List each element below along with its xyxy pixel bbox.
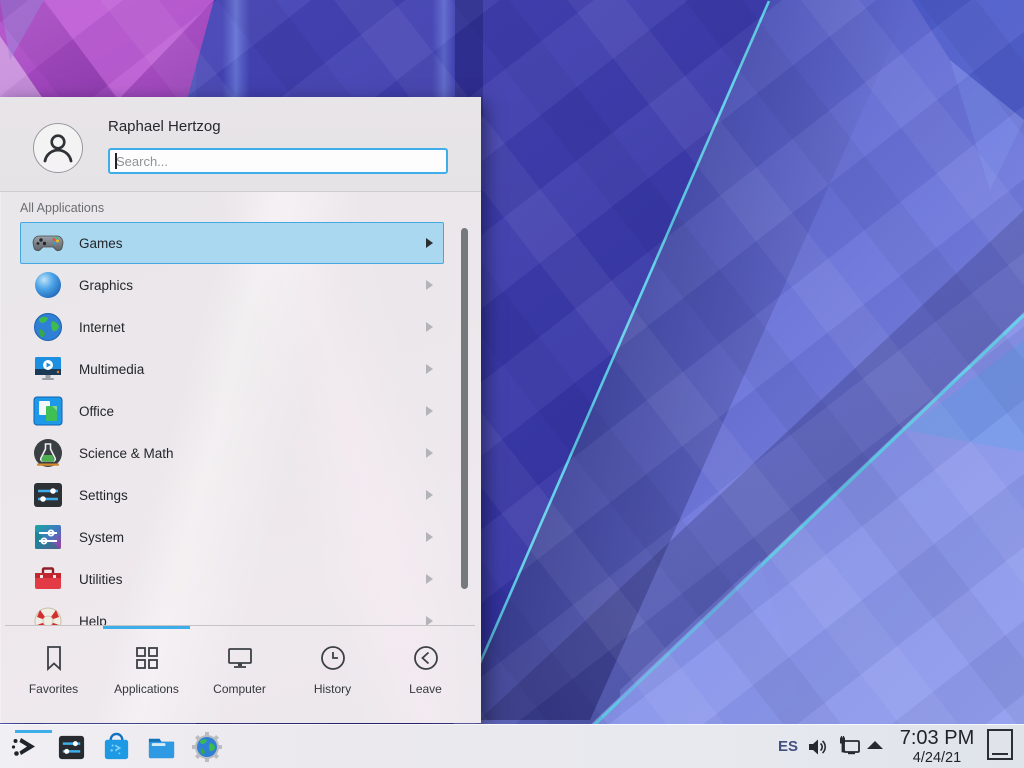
konqueror-globe-icon (191, 731, 223, 763)
category-label: Utilities (79, 572, 123, 587)
category-label: Internet (79, 320, 125, 335)
dolphin-button[interactable] (144, 730, 178, 764)
submenu-arrow-icon (426, 364, 433, 374)
user-icon (40, 130, 76, 166)
tab-label: Favorites (29, 682, 78, 696)
category-label: Multimedia (79, 362, 144, 377)
tab-history[interactable]: History (286, 631, 379, 719)
favorites-icon (39, 643, 69, 673)
submenu-arrow-icon (426, 238, 433, 248)
category-games[interactable]: Games (20, 222, 444, 264)
category-label: Office (79, 404, 114, 419)
keyboard-layout-indicator[interactable]: ES (778, 738, 798, 755)
clock-time: 7:03 PM (893, 726, 981, 750)
settings-icon (32, 479, 64, 511)
desktop: Raphael Hertzog All Applications Games (0, 0, 1024, 768)
submenu-arrow-icon (426, 490, 433, 500)
network-wired-icon[interactable] (836, 735, 862, 761)
discover-icon (101, 732, 132, 763)
launcher-header: Raphael Hertzog (0, 97, 481, 192)
help-icon (32, 605, 64, 625)
category-system[interactable]: System (20, 516, 444, 558)
volume-icon[interactable] (806, 735, 830, 759)
tab-favorites[interactable]: Favorites (7, 631, 100, 719)
submenu-arrow-icon (426, 406, 433, 416)
tab-label: Leave (409, 682, 442, 696)
tab-label: Applications (114, 682, 179, 696)
tab-computer[interactable]: Computer (193, 631, 286, 719)
launcher-tabbar: Favorites Applications Computer (7, 631, 473, 719)
multimedia-icon (32, 353, 64, 385)
games-icon (32, 227, 64, 259)
submenu-arrow-icon (426, 532, 433, 542)
user-avatar[interactable] (33, 123, 83, 173)
active-task-indicator (15, 730, 52, 733)
science-icon (32, 437, 64, 469)
category-label: Help (79, 614, 107, 626)
tabbar-separator (5, 625, 475, 626)
section-label: All Applications (20, 201, 104, 215)
system-icon (32, 521, 64, 553)
category-multimedia[interactable]: Multimedia (20, 348, 444, 390)
system-settings-button[interactable] (54, 730, 88, 764)
application-launcher-button[interactable] (7, 730, 41, 764)
scrollbar[interactable] (461, 228, 468, 589)
tab-label: Computer (213, 682, 266, 696)
submenu-arrow-icon (426, 574, 433, 584)
active-tab-indicator (103, 626, 190, 629)
category-help[interactable]: Help (20, 600, 444, 625)
application-launcher-popup: Raphael Hertzog All Applications Games (0, 97, 481, 723)
applications-icon (132, 643, 162, 673)
category-label: System (79, 530, 124, 545)
search-box[interactable] (108, 148, 448, 174)
text-cursor (115, 153, 117, 169)
category-office[interactable]: Office (20, 390, 444, 432)
category-settings[interactable]: Settings (20, 474, 444, 516)
category-science-math[interactable]: Science & Math (20, 432, 444, 474)
dolphin-folder-icon (146, 732, 177, 763)
discover-button[interactable] (99, 730, 133, 764)
leave-icon (411, 643, 441, 673)
kde-launcher-icon (8, 731, 40, 763)
digital-clock[interactable]: 7:03 PM 4/24/21 (893, 726, 981, 767)
category-graphics[interactable]: Graphics (20, 264, 444, 306)
history-icon (318, 643, 348, 673)
clock-date: 4/24/21 (893, 750, 981, 767)
search-input[interactable] (110, 150, 446, 172)
category-label: Graphics (79, 278, 133, 293)
computer-icon (225, 643, 255, 673)
expand-tray-icon[interactable] (865, 739, 885, 753)
category-label: Science & Math (79, 446, 174, 461)
internet-icon (32, 311, 64, 343)
category-utilities[interactable]: Utilities (20, 558, 444, 600)
user-name: Raphael Hertzog (108, 118, 221, 135)
show-desktop-glyph (992, 753, 1008, 755)
category-list: Games Graphics Internet (0, 222, 481, 625)
graphics-icon (32, 269, 64, 301)
submenu-arrow-icon (426, 322, 433, 332)
category-internet[interactable]: Internet (20, 306, 444, 348)
tab-leave[interactable]: Leave (379, 631, 472, 719)
system-settings-icon (56, 732, 87, 763)
office-icon (32, 395, 64, 427)
tab-label: History (314, 682, 351, 696)
submenu-arrow-icon (426, 280, 433, 290)
konqueror-button[interactable] (190, 730, 224, 764)
category-label: Games (79, 236, 123, 251)
submenu-arrow-icon (426, 448, 433, 458)
utilities-icon (32, 563, 64, 595)
show-desktop-button[interactable] (987, 729, 1013, 760)
submenu-arrow-icon (426, 616, 433, 625)
category-label: Settings (79, 488, 128, 503)
tab-applications[interactable]: Applications (100, 631, 193, 719)
taskbar-panel: ES 7:03 PM 4/24/21 (0, 724, 1024, 768)
